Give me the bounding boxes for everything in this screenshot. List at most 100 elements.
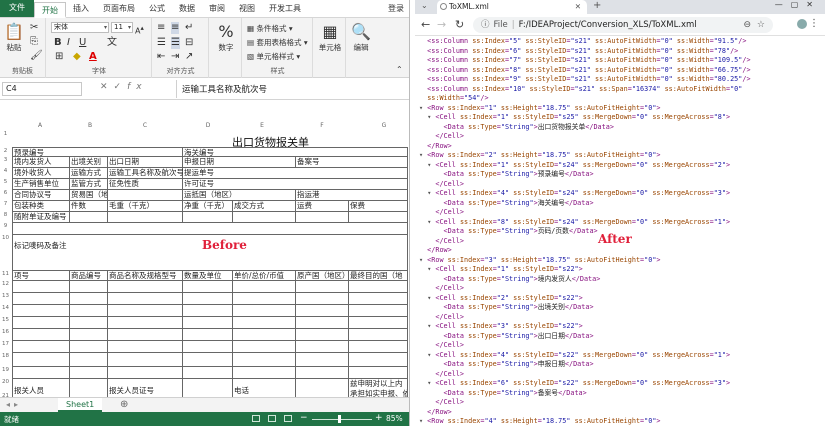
- column-header[interactable]: A: [30, 122, 50, 130]
- bold-button[interactable]: B: [54, 37, 62, 49]
- grow-font-icon[interactable]: A▴: [135, 22, 144, 38]
- column-header[interactable]: C: [135, 122, 155, 130]
- tab-page-layout[interactable]: 页面布局: [96, 1, 142, 17]
- italic-button[interactable]: I: [67, 37, 70, 49]
- close-tab-icon[interactable]: ✕: [575, 0, 581, 14]
- zoom-in-icon[interactable]: +: [375, 413, 383, 423]
- sheet-cell[interactable]: 运费: [296, 200, 312, 211]
- sheet-cell[interactable]: 备案号: [296, 156, 320, 167]
- column-header[interactable]: F: [312, 122, 332, 130]
- align-top-icon[interactable]: ≡: [157, 22, 165, 34]
- sheet-cell[interactable]: 生产销售单位: [13, 178, 59, 189]
- sheet-tab-sheet1[interactable]: Sheet1: [58, 398, 103, 412]
- cut-icon[interactable]: ✂: [30, 22, 38, 34]
- browser-tab[interactable]: ToXML.xml ✕: [437, 0, 587, 14]
- row-header[interactable]: 16: [0, 329, 11, 335]
- decrease-indent-icon[interactable]: ⇤: [157, 51, 165, 63]
- row-header[interactable]: 18: [0, 353, 11, 359]
- sheet-cell[interactable]: 毛重（千克）: [108, 200, 154, 211]
- table-format-button[interactable]: ▤ 套用表格格式 ▾: [247, 37, 308, 48]
- sheet-cell[interactable]: 运输工具名称及航次号: [108, 167, 183, 178]
- row-header[interactable]: 1: [0, 131, 11, 137]
- row-header[interactable]: 15: [0, 317, 11, 323]
- sheet-cell[interactable]: 项号: [13, 270, 29, 281]
- row-header[interactable]: 9: [0, 223, 11, 229]
- sheet-cell[interactable]: 单价/总价/币值: [233, 270, 284, 281]
- row-header[interactable]: 5: [0, 179, 11, 185]
- merge-icon[interactable]: ⊟: [185, 37, 193, 49]
- sheet-cell[interactable]: 指运港: [296, 189, 320, 200]
- sheet-cell[interactable]: 商品名称及规格型号: [108, 270, 177, 281]
- copy-icon[interactable]: ⎘: [30, 36, 38, 48]
- zoom-slider-thumb[interactable]: [338, 415, 341, 423]
- sheet-cell[interactable]: 原产国（地区）: [296, 270, 348, 281]
- sheet-cell[interactable]: 最终目的国（地: [349, 270, 403, 281]
- sheet-cell[interactable]: 贸易国（地区）: [70, 189, 107, 200]
- sheet-cell[interactable]: 运抵国（地区）: [183, 189, 232, 200]
- more-menu-icon[interactable]: ⋮: [809, 18, 819, 29]
- sheet-cell[interactable]: 数量及单位: [183, 270, 222, 281]
- sheet-cell[interactable]: 电话: [233, 385, 249, 396]
- zoom-icon[interactable]: ⊖: [743, 17, 751, 33]
- row-header[interactable]: 12: [0, 281, 11, 287]
- row-header[interactable]: 8: [0, 212, 11, 218]
- tab-formulas[interactable]: 公式: [142, 1, 172, 17]
- wubi-icon[interactable]: 文: [107, 37, 117, 49]
- column-header[interactable]: E: [252, 122, 272, 130]
- editing-button[interactable]: 🔍 编辑: [348, 22, 374, 53]
- sheet-cell[interactable]: 净重（千克）: [183, 200, 229, 211]
- sheet-cell[interactable]: 包装种类: [13, 200, 44, 211]
- sheet-cell[interactable]: 报关人员证号: [108, 385, 154, 396]
- align-center-icon[interactable]: ☰: [171, 37, 180, 49]
- column-header[interactable]: G: [374, 122, 394, 130]
- worksheet-grid[interactable]: A B C D E F G 1 2 3 4 5 6 7 8 9 10 11 12 13 14 15 16 17 1…: [0, 100, 409, 397]
- profile-avatar[interactable]: [797, 19, 807, 29]
- paste-button[interactable]: 📋 粘贴: [2, 22, 26, 53]
- cell-style-button[interactable]: ▧ 单元格样式 ▾: [247, 51, 300, 62]
- sheet-cell[interactable]: 成交方式: [233, 200, 264, 211]
- fill-color-icon[interactable]: ◆: [73, 51, 81, 63]
- sheet-cell[interactable]: 商品编号: [70, 270, 101, 281]
- sheet-cell[interactable]: 征免性质: [108, 178, 139, 189]
- back-icon[interactable]: ←: [421, 18, 430, 31]
- file-tab[interactable]: 文件: [0, 0, 34, 17]
- name-box[interactable]: C4: [2, 82, 82, 96]
- sheet-cell[interactable]: 标记唛码及备注: [13, 240, 67, 251]
- window-controls[interactable]: —▢✕: [775, 0, 821, 9]
- wrap-text-icon[interactable]: ↵: [185, 22, 193, 34]
- bookmark-star-icon[interactable]: ☆: [757, 17, 765, 33]
- font-name-select[interactable]: 宋体 ▾: [51, 22, 109, 33]
- enter-icon[interactable]: ✓: [114, 82, 128, 92]
- tab-view[interactable]: 视图: [232, 1, 262, 17]
- sheet-cell[interactable]: 报关人员: [13, 385, 44, 396]
- align-left-icon[interactable]: ☰: [157, 37, 166, 49]
- row-header[interactable]: 13: [0, 293, 11, 299]
- sheet-nav-arrows[interactable]: ◂▸: [6, 400, 22, 409]
- normal-view-icon[interactable]: [252, 415, 260, 422]
- sheet-cell[interactable]: 保费: [349, 200, 365, 211]
- row-header[interactable]: 6: [0, 190, 11, 196]
- tab-insert[interactable]: 插入: [66, 1, 96, 17]
- conditional-format-button[interactable]: ▦ 条件格式 ▾: [247, 23, 293, 34]
- sheet-cell[interactable]: 申报日期: [183, 156, 214, 167]
- sheet-cell[interactable]: 出口日期: [108, 156, 139, 167]
- new-tab-icon[interactable]: +: [593, 0, 601, 11]
- font-color-button[interactable]: A: [89, 51, 97, 63]
- add-sheet-icon[interactable]: ⊕: [120, 399, 128, 410]
- row-header[interactable]: 7: [0, 201, 11, 207]
- row-header[interactable]: 20: [0, 379, 11, 385]
- column-header[interactable]: B: [80, 122, 100, 130]
- login-link[interactable]: 登录: [381, 1, 409, 17]
- tab-developer[interactable]: 开发工具: [262, 1, 308, 17]
- increase-indent-icon[interactable]: ⇥: [171, 51, 179, 63]
- sheet-cell[interactable]: 随附单证及编号: [13, 211, 67, 222]
- zoom-out-icon[interactable]: −: [300, 413, 308, 423]
- tab-review[interactable]: 审阅: [202, 1, 232, 17]
- zoom-level[interactable]: 85%: [386, 414, 403, 423]
- page-break-view-icon[interactable]: [284, 415, 292, 422]
- cancel-icon[interactable]: ✕: [100, 82, 114, 92]
- orientation-icon[interactable]: ↗: [185, 51, 193, 63]
- forward-icon[interactable]: →: [437, 18, 446, 31]
- row-header[interactable]: 2: [0, 148, 11, 154]
- row-header[interactable]: 3: [0, 157, 11, 163]
